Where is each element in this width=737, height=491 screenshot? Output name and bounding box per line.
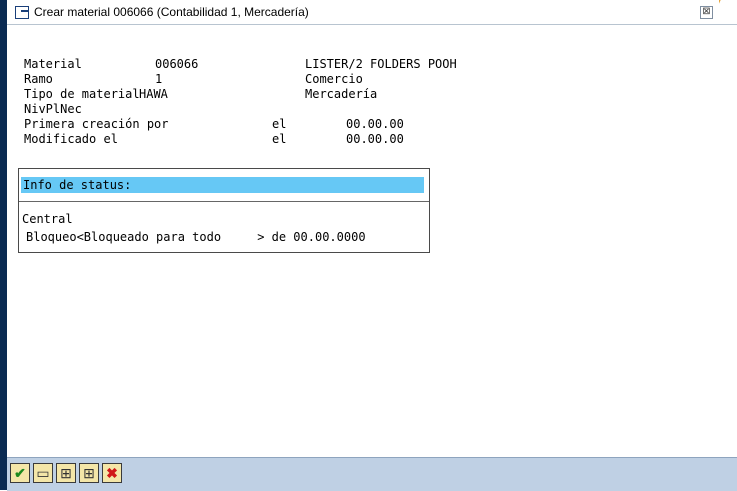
ramo-value: 1	[155, 72, 163, 86]
find-button[interactable]: ⊞	[56, 463, 76, 483]
modificado-label: Modificado el	[24, 132, 118, 146]
divider	[19, 201, 429, 202]
status-header-label: Info de status:	[23, 178, 132, 192]
material-number: 006066	[155, 57, 199, 71]
bloqueo-line: Bloqueo<Bloqueado para todo > de 00.00.0…	[26, 230, 366, 244]
modificado-el: el	[272, 132, 287, 146]
status-header: Info de status:	[21, 177, 424, 193]
primera-creacion-date: 00.00.00	[346, 117, 404, 131]
window-title: Crear material 006066 (Contabilidad 1, M…	[34, 5, 309, 19]
tipo-material-label: Tipo de material	[24, 87, 140, 101]
title-bar: Crear material 006066 (Contabilidad 1, M…	[7, 0, 737, 25]
primera-creacion-el: el	[272, 117, 287, 131]
print-icon: ▭	[36, 465, 50, 481]
close-icon[interactable]: ⊠	[700, 6, 713, 19]
window-menu-icon[interactable]	[15, 6, 29, 19]
ramo-label: Ramo	[24, 72, 53, 86]
confirm-button[interactable]: ✔	[10, 463, 30, 483]
cancel-button[interactable]: ✖	[102, 463, 122, 483]
tipo-material-description: Mercadería	[305, 87, 378, 101]
print-button[interactable]: ▭	[33, 463, 53, 483]
modificado-date: 00.00.00	[346, 132, 404, 146]
window-left-border	[0, 0, 7, 490]
title-corner-decoration	[719, 0, 737, 24]
material-label: Material	[24, 57, 82, 71]
status-info-box: Info de status: Central Bloqueo<Bloquead…	[18, 168, 430, 253]
ramo-description: Comercio	[305, 72, 363, 86]
central-label: Central	[22, 212, 73, 226]
cancel-icon: ✖	[106, 465, 118, 481]
dialog-window: Crear material 006066 (Contabilidad 1, M…	[0, 0, 737, 491]
nivplnec-label: NivPlNec	[24, 102, 82, 116]
check-icon: ✔	[14, 465, 26, 481]
material-description: LISTER/2 FOLDERS POOH	[305, 57, 457, 71]
primera-creacion-label: Primera creación por	[24, 117, 169, 131]
find-icon: ⊞	[60, 465, 72, 481]
find-next-icon: ⊞	[83, 465, 95, 481]
tipo-material-value: HAWA	[139, 87, 168, 101]
bottom-toolbar: ✔ ▭ ⊞ ⊞ ✖	[7, 457, 737, 491]
find-next-button[interactable]: ⊞	[79, 463, 99, 483]
